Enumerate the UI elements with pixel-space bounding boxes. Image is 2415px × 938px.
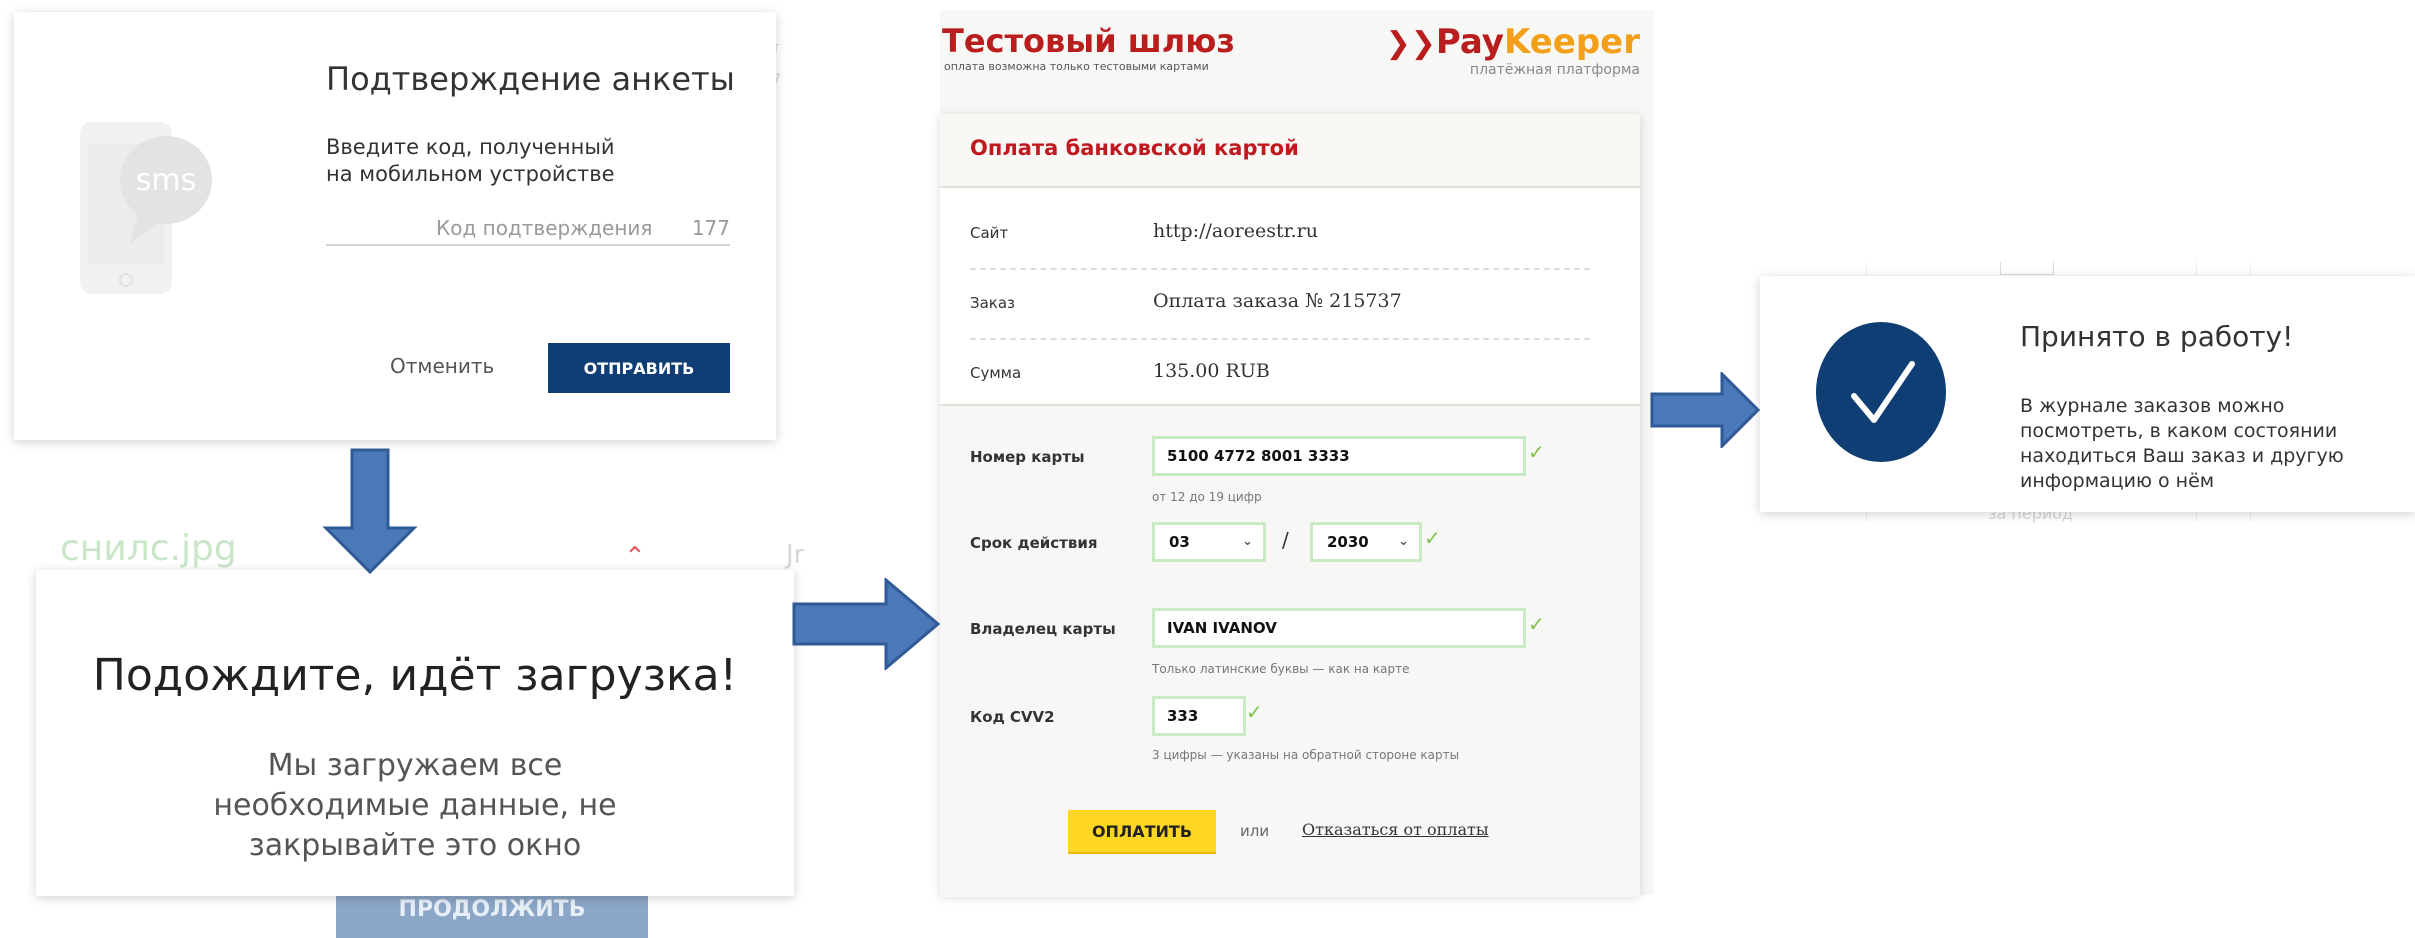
accepted-title: Принято в работу! — [2020, 320, 2294, 353]
phone-sms-icon: sms — [80, 122, 212, 294]
chevron-down-icon: ⌄ — [1398, 534, 1409, 549]
info-value: Оплата заказа № 215737 — [1153, 290, 1402, 312]
loading-dialog: Подождите, идёт загрузка! Мы загружаем в… — [36, 570, 794, 896]
expiry-year-value: 2030 — [1327, 533, 1369, 551]
paykeeper-logo-icon: ❯❯ — [1385, 26, 1436, 61]
payment-form: Оплата банковской картой Сайт http://aor… — [940, 114, 1640, 897]
check-icon: ✓ — [1424, 526, 1441, 550]
info-row-amount: Сумма 135.00 RUB — [970, 338, 1590, 408]
card-number-input[interactable]: 5100 4772 8001 3333 — [1152, 436, 1526, 476]
pay-button[interactable]: ОПЛАТИТЬ — [1068, 810, 1216, 852]
payment-gateway-page: Тестовый шлюз оплата возможна только тес… — [940, 10, 1654, 897]
checkmark-circle-icon — [1816, 322, 1946, 462]
chevron-down-icon: ⌄ — [1242, 534, 1253, 549]
code-counter: 177 — [691, 216, 730, 240]
cancel-button[interactable]: Отменить — [390, 354, 494, 378]
code-input[interactable]: Код подтверждения 177 — [326, 210, 730, 246]
form-title: Оплата банковской картой — [970, 136, 1299, 160]
info-label: Сумма — [970, 364, 1022, 382]
send-button[interactable]: ОТПРАВИТЬ — [548, 343, 730, 393]
info-row-order: Заказ Оплата заказа № 215737 — [970, 268, 1590, 340]
check-icon: ✓ — [1528, 612, 1545, 636]
card-number-hint: от 12 до 19 цифр — [1152, 490, 1262, 504]
holder-label: Владелец карты — [970, 620, 1116, 638]
paykeeper-logo: ❯❯PayKeeper — [1386, 22, 1640, 62]
holder-hint: Только латинские буквы — как на карте — [1152, 662, 1410, 676]
dialog-description: Введите код, полученный на мобильном уст… — [326, 135, 615, 186]
expiry-month-select[interactable]: 03 ⌄ — [1152, 522, 1266, 562]
expiry-month-value: 03 — [1169, 533, 1190, 551]
check-icon: ✓ — [1528, 440, 1545, 464]
form-header: Оплата банковской картой — [940, 114, 1640, 188]
card-number-label: Номер карты — [970, 448, 1085, 466]
loading-title: Подождите, идёт загрузка! — [92, 650, 738, 701]
expiry-separator: / — [1282, 528, 1289, 552]
info-row-site: Сайт http://aoreestr.ru — [970, 198, 1590, 270]
cvv-hint: 3 цифры — указаны на обратной стороне ка… — [1152, 748, 1460, 762]
gateway-title: Тестовый шлюз — [942, 22, 1235, 60]
accepted-message: В журнале заказов можно посмотреть, в ка… — [2020, 395, 2344, 492]
info-value: http://aoreestr.ru — [1153, 220, 1318, 242]
arrow-down-icon — [322, 448, 418, 575]
background-file-name: снилс.jpg — [60, 528, 237, 569]
arrow-right-icon — [792, 578, 941, 670]
accepted-dialog: Принято в работу! В журнале заказов можн… — [1760, 276, 2415, 512]
brand-subtitle: платёжная платформа — [1469, 62, 1640, 78]
info-label: Заказ — [970, 294, 1016, 312]
background-table-box — [2000, 262, 2054, 275]
expiry-year-select[interactable]: 2030 ⌄ — [1310, 522, 1422, 562]
check-icon: ✓ — [1246, 700, 1263, 724]
brand-pay: Pay — [1435, 22, 1504, 62]
chevron-up-icon: ⌃ — [624, 542, 646, 572]
card-details-area: Номер карты 5100 4772 8001 3333 ✓ от 12 … — [940, 404, 1640, 897]
refuse-payment-link[interactable]: Отказаться от оплаты — [1302, 820, 1489, 839]
background-fragment-mid: Jr — [786, 540, 805, 570]
gateway-subtitle: оплата возможна только тестовыми картами — [944, 60, 1209, 73]
cvv-input[interactable]: 333 — [1152, 696, 1246, 736]
holder-input[interactable]: IVAN IVANOV — [1152, 608, 1526, 648]
dialog-title: Подтверждение анкеты — [326, 60, 735, 98]
loading-message: Мы загружаем все необходимые данные, не … — [213, 748, 617, 863]
brand-keeper: Keeper — [1503, 22, 1640, 62]
sms-confirm-dialog: sms Подтверждение анкеты Введите код, по… — [14, 12, 776, 440]
arrow-right-icon — [1650, 372, 1761, 448]
info-label: Сайт — [970, 224, 1009, 242]
or-text: или — [1240, 822, 1270, 840]
sms-badge-text: sms — [136, 163, 196, 198]
expiry-label: Срок действия — [970, 534, 1098, 552]
code-placeholder: Код подтверждения — [436, 216, 653, 240]
info-value: 135.00 RUB — [1153, 360, 1270, 382]
cvv-label: Код CVV2 — [970, 708, 1055, 726]
